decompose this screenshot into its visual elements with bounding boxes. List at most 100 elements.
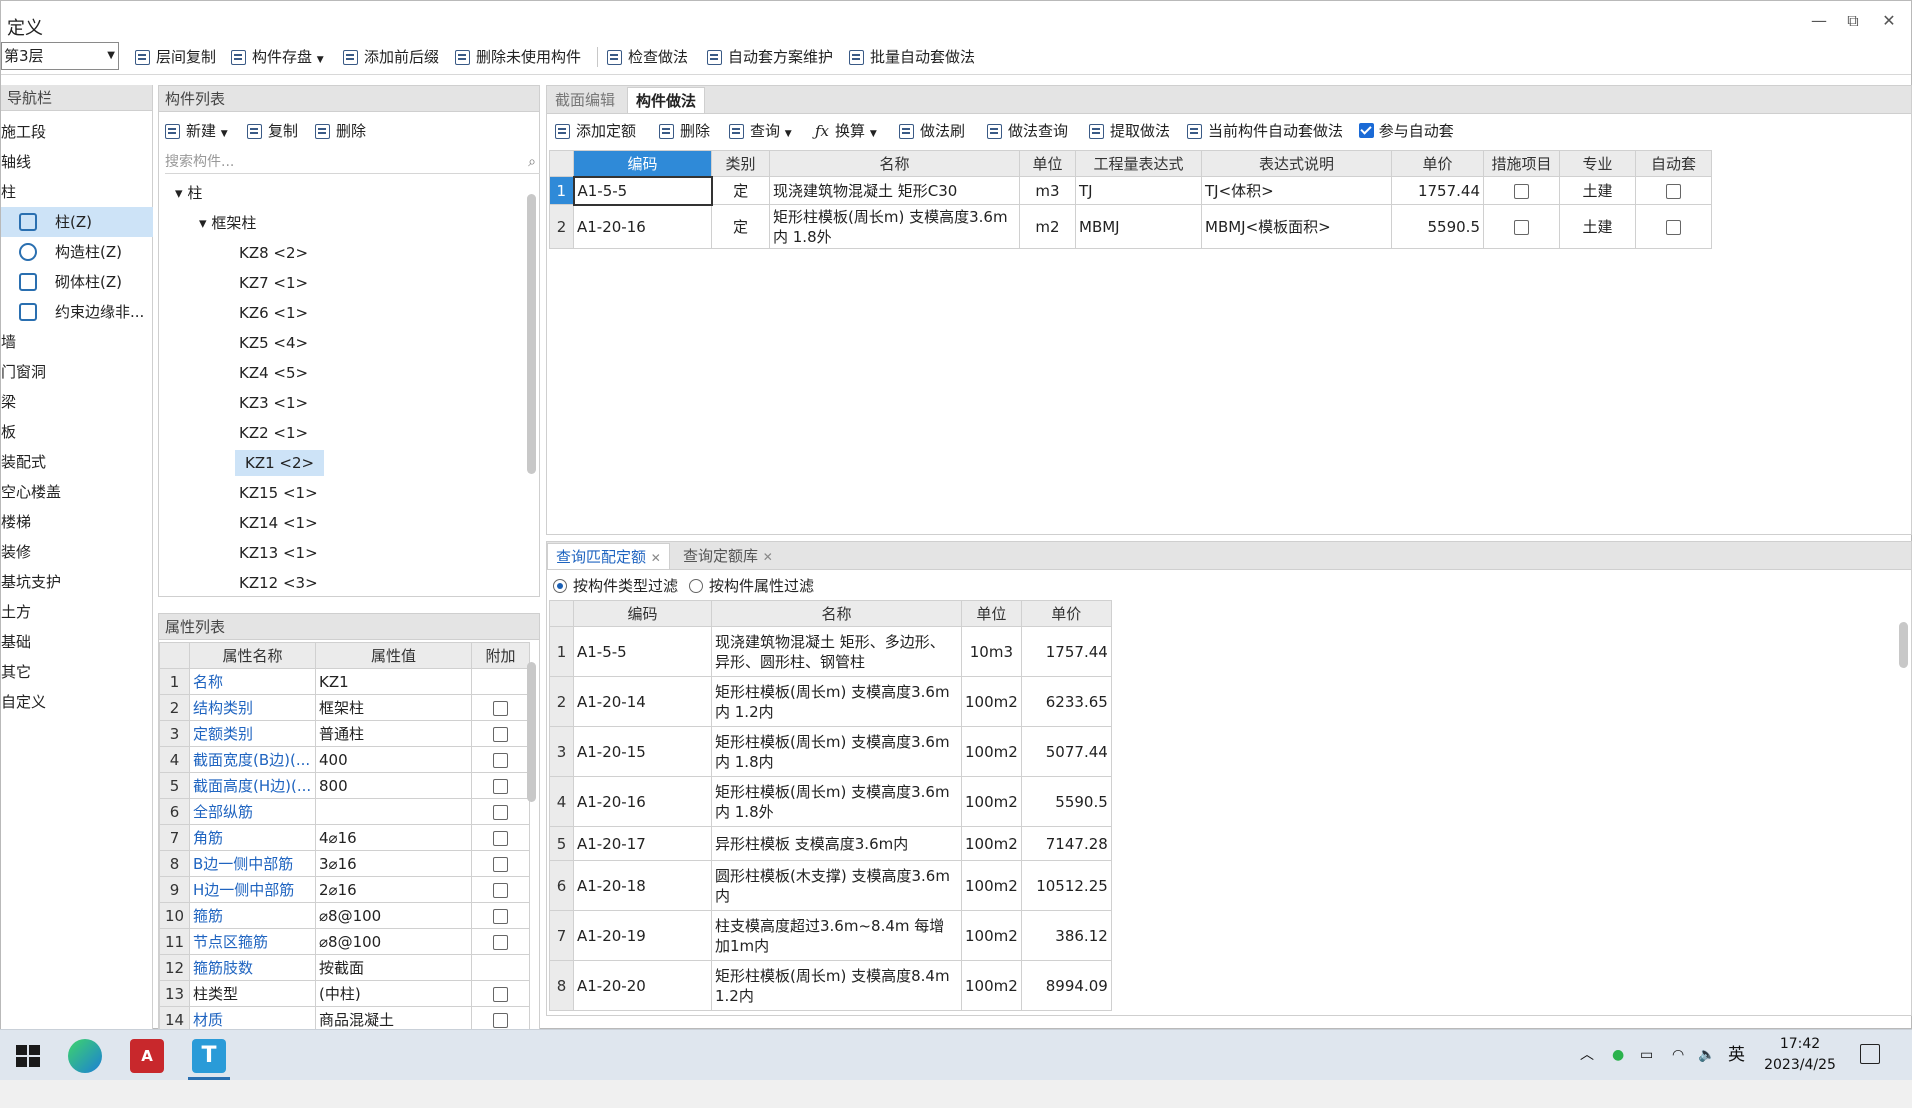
property-value[interactable]: ⌀8@100 (315, 902, 472, 929)
name-cell[interactable]: 矩形柱模板(周长m) 支模高度3.6m内 1.8内 (711, 726, 962, 777)
attach-cell[interactable] (471, 694, 530, 721)
price-cell[interactable]: 8994.09 (1020, 960, 1112, 1011)
tab-quota-library[interactable]: 查询定额库 ✕ (675, 543, 781, 569)
property-row[interactable]: 12 箍筋肢数 按截面 (159, 954, 530, 981)
tree-item[interactable]: KZ12 <3> (239, 570, 318, 596)
property-row[interactable]: 6 全部纵筋 (159, 798, 530, 825)
notification-icon[interactable] (1860, 1044, 1880, 1064)
property-row[interactable]: 8 B边一侧中部筋 3⌀16 (159, 850, 530, 877)
code-cell[interactable]: A1-20-16 (573, 204, 712, 249)
attach-cell[interactable] (471, 824, 530, 851)
match-row[interactable]: 6 A1-20-18 圆形柱模板(木支撑) 支模高度3.6m内 100m2 10512.… (549, 860, 1112, 911)
nav-item-boundary[interactable]: 约束边缘非... (1, 297, 153, 327)
tree-item[interactable]: KZ5 <4> (239, 330, 308, 356)
property-row[interactable]: 4 截面宽度(B边)(... 400 (159, 746, 530, 773)
filter-type-radio[interactable]: 按构件类型过滤 (553, 575, 678, 596)
price-cell[interactable]: 5077.44 (1020, 726, 1112, 777)
expression-cell[interactable]: TJ (1075, 176, 1202, 205)
nav-item[interactable]: 轴线 (1, 147, 153, 177)
extract-method-button[interactable]: 提取做法 (1089, 116, 1170, 146)
match-row[interactable]: 2 A1-20-14 矩形柱模板(周长m) 支模高度3.6m内 1.2内 100m2 6… (549, 676, 1112, 727)
attach-checkbox[interactable] (493, 882, 508, 898)
tree-item[interactable]: KZ15 <1> (239, 480, 318, 506)
name-cell[interactable]: 矩形柱模板(周长m) 支模高度3.6m内 1.2内 (711, 676, 962, 727)
unit-cell[interactable]: 100m2 (961, 860, 1022, 911)
code-cell[interactable]: A1-5-5 (572, 175, 713, 206)
method-query-button[interactable]: 做法查询 (987, 116, 1068, 146)
price-cell[interactable]: 10512.25 (1020, 860, 1112, 911)
tab-section-edit[interactable]: 截面编辑 (547, 87, 623, 113)
attach-cell[interactable] (471, 902, 530, 929)
type-cell[interactable]: 定 (711, 176, 770, 205)
price-cell[interactable]: 5590.5 (1391, 204, 1484, 249)
delete-unused-button[interactable]: 删除未使用构件 (455, 39, 581, 75)
attach-checkbox[interactable] (493, 908, 508, 924)
copy-between-floors-button[interactable]: 层间复制 (135, 39, 216, 75)
property-scrollbar[interactable] (527, 662, 536, 802)
auto-cell[interactable] (1635, 176, 1712, 205)
property-value[interactable]: ⌀8@100 (315, 928, 472, 955)
nav-item[interactable]: 门窗洞 (1, 357, 153, 387)
unit-cell[interactable]: 100m2 (961, 826, 1022, 861)
nav-item[interactable]: 空心楼盖 (1, 477, 153, 507)
code-cell[interactable]: A1-20-18 (573, 860, 712, 911)
property-value[interactable]: 框架柱 (315, 694, 472, 721)
property-value[interactable]: 2⌀16 (315, 876, 472, 903)
unit-cell[interactable]: 10m3 (961, 626, 1022, 677)
current-auto-method-button[interactable]: 当前构件自动套做法 (1187, 116, 1343, 146)
nav-item[interactable]: 板 (1, 417, 153, 447)
close-icon[interactable]: ✕ (763, 550, 773, 564)
property-value[interactable]: (中柱) (315, 980, 472, 1007)
name-cell[interactable]: 柱支模高度超过3.6m~8.4m 每增加1m内 (711, 910, 962, 961)
nav-item[interactable]: 自定义 (1, 687, 153, 717)
auto-checkbox[interactable] (1666, 219, 1681, 235)
tab-match-quota[interactable]: 查询匹配定额 ✕ (547, 543, 670, 569)
clock-date[interactable]: 2023/4/25 (1758, 1057, 1842, 1108)
component-search-input[interactable]: 搜索构件... ⌕ (165, 150, 540, 174)
code-cell[interactable]: A1-20-15 (573, 726, 712, 777)
wifi-icon[interactable]: ◠ (1672, 1030, 1684, 1081)
nav-item[interactable]: 梁 (1, 387, 153, 417)
method-brush-button[interactable]: 做法刷 (899, 116, 965, 146)
measure-checkbox[interactable] (1514, 183, 1529, 199)
name-cell[interactable]: 矩形柱模板(周长m) 支模高度3.6m内 1.8外 (711, 776, 962, 827)
query-button[interactable]: 查询 ▼ (729, 116, 792, 146)
match-scrollbar[interactable] (1899, 622, 1908, 668)
property-value[interactable]: 按截面 (315, 954, 472, 981)
code-cell[interactable]: A1-20-14 (573, 676, 712, 727)
property-row[interactable]: 7 角筋 4⌀16 (159, 824, 530, 851)
minimize-button[interactable]: — (1805, 11, 1833, 30)
check-method-button[interactable]: 检查做法 (607, 39, 688, 75)
match-row[interactable]: 3 A1-20-15 矩形柱模板(周长m) 支模高度3.6m内 1.8内 100m2 5… (549, 726, 1112, 777)
property-value[interactable]: 400 (315, 746, 472, 773)
nav-item-masonry-column[interactable]: 砌体柱(Z) (1, 267, 153, 297)
nav-item[interactable]: 装配式 (1, 447, 153, 477)
auto-scheme-button[interactable]: 自动套方案维护 (707, 39, 833, 75)
price-cell[interactable]: 6233.65 (1020, 676, 1112, 727)
match-row[interactable]: 8 A1-20-20 矩形柱模板(周长m) 支模高度8.4m 1.2内 100m2 89… (549, 960, 1112, 1011)
price-cell[interactable]: 1757.44 (1391, 176, 1484, 205)
tab-component-method[interactable]: 构件做法 (627, 87, 706, 113)
attach-checkbox[interactable] (493, 752, 508, 768)
match-row[interactable]: 7 A1-20-19 柱支模高度超过3.6m~8.4m 每增加1m内 100m2 386… (549, 910, 1112, 961)
attach-checkbox[interactable] (493, 700, 508, 716)
close-button[interactable]: ✕ (1875, 11, 1903, 30)
attach-checkbox[interactable] (493, 1012, 508, 1028)
tree-item[interactable]: KZ14 <1> (239, 510, 318, 536)
add-quota-button[interactable]: 添加定额 (555, 116, 636, 146)
nav-item[interactable]: 楼梯 (1, 507, 153, 537)
tree-item[interactable]: KZ6 <1> (239, 300, 308, 326)
property-row[interactable]: 9 H边一侧中部筋 2⌀16 (159, 876, 530, 903)
property-row[interactable]: 2 结构类别 框架柱 (159, 694, 530, 721)
code-cell[interactable]: A1-5-5 (573, 626, 712, 677)
attach-cell[interactable] (471, 928, 530, 955)
method-row[interactable]: 1 A1-5-5 定现浇建筑物混凝土 矩形C30 m3 TJ TJ<体积> 1757.44 土… (549, 175, 1712, 206)
tree-scrollbar[interactable] (527, 194, 536, 474)
tree-node-column[interactable]: ▾ 柱 (175, 180, 202, 206)
unit-cell[interactable]: 100m2 (961, 960, 1022, 1011)
property-value[interactable]: 4⌀16 (315, 824, 472, 851)
tree-item[interactable]: KZ2 <1> (239, 420, 308, 446)
unit-cell[interactable]: m3 (1019, 176, 1076, 205)
measure-cell[interactable] (1483, 176, 1560, 205)
property-row[interactable]: 3 定额类别 普通柱 (159, 720, 530, 747)
